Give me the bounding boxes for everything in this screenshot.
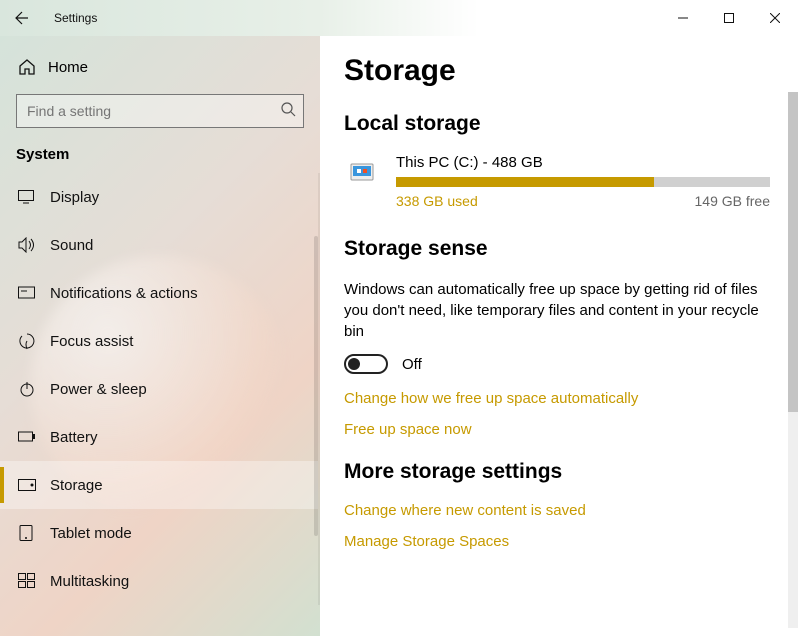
notifications-icon — [16, 285, 38, 301]
main-content: Storage Local storage This PC (C:) - 488… — [320, 36, 798, 636]
section-local-storage: Local storage — [344, 112, 770, 136]
sidebar-item-notifications[interactable]: Notifications & actions — [0, 269, 318, 317]
section-storage-sense: Storage sense — [344, 237, 770, 261]
home-icon — [16, 58, 38, 76]
home-button[interactable]: Home — [0, 48, 320, 86]
sidebar-item-label: Multitasking — [50, 573, 129, 590]
back-button[interactable] — [12, 10, 42, 26]
multitasking-icon — [16, 573, 38, 589]
battery-icon — [16, 430, 38, 444]
sidebar-scrollbar[interactable] — [314, 236, 318, 536]
sidebar-item-focus-assist[interactable]: Focus assist — [0, 317, 318, 365]
focus-assist-icon — [16, 332, 38, 350]
maximize-button[interactable] — [706, 0, 752, 36]
search-icon — [280, 101, 296, 117]
sidebar-item-label: Storage — [50, 477, 103, 494]
close-button[interactable] — [752, 0, 798, 36]
window-title: Settings — [54, 11, 97, 25]
sidebar-item-label: Display — [50, 189, 99, 206]
sidebar-item-label: Notifications & actions — [50, 285, 198, 302]
power-sleep-icon — [16, 380, 38, 398]
sidebar-item-multitasking[interactable]: Multitasking — [0, 557, 318, 605]
storage-used: 338 GB used — [396, 193, 478, 209]
sidebar-group-title: System — [0, 146, 320, 173]
page-title: Storage — [344, 54, 770, 88]
sidebar-item-label: Power & sleep — [50, 381, 147, 398]
close-icon — [770, 13, 780, 23]
storage-bar-fill — [396, 177, 654, 187]
maximize-icon — [724, 13, 734, 23]
sidebar-item-label: Sound — [50, 237, 93, 254]
sidebar-item-storage[interactable]: Storage — [0, 461, 318, 509]
titlebar: Settings — [0, 0, 798, 36]
toggle-knob — [348, 358, 360, 370]
sidebar-item-power-sleep[interactable]: Power & sleep — [0, 365, 318, 413]
sidebar-item-label: Focus assist — [50, 333, 133, 350]
sidebar-item-sound[interactable]: Sound — [0, 221, 318, 269]
drive-icon — [344, 154, 384, 190]
display-icon — [16, 190, 38, 204]
link-storage-spaces[interactable]: Manage Storage Spaces — [344, 533, 770, 550]
link-change-where[interactable]: Change where new content is saved — [344, 502, 770, 519]
sidebar: Home System Display Sound Notifications & … — [0, 36, 320, 636]
sound-icon — [16, 237, 38, 253]
sidebar-item-display[interactable]: Display — [0, 173, 318, 221]
search-box[interactable] — [16, 94, 304, 128]
storage-sense-description: Windows can automatically free up space … — [344, 279, 770, 342]
storage-free: 149 GB free — [695, 193, 771, 209]
tablet-mode-icon — [16, 525, 38, 541]
section-more-storage: More storage settings — [344, 460, 770, 484]
drive-row[interactable]: This PC (C:) - 488 GB 338 GB used 149 GB… — [344, 154, 770, 209]
link-free-now[interactable]: Free up space now — [344, 421, 770, 438]
storage-sense-toggle[interactable] — [344, 354, 388, 374]
minimize-button[interactable] — [660, 0, 706, 36]
sidebar-item-tablet-mode[interactable]: Tablet mode — [0, 509, 318, 557]
storage-bar — [396, 177, 770, 187]
storage-icon — [16, 479, 38, 491]
home-label: Home — [48, 59, 88, 76]
search-input[interactable] — [16, 94, 304, 128]
sidebar-item-battery[interactable]: Battery — [0, 413, 318, 461]
sidebar-item-label: Battery — [50, 429, 98, 446]
drive-name: This PC (C:) - 488 GB — [396, 154, 770, 171]
sidebar-item-label: Tablet mode — [50, 525, 132, 542]
link-change-auto[interactable]: Change how we free up space automaticall… — [344, 390, 770, 407]
main-scrollbar-thumb[interactable] — [788, 92, 798, 412]
minimize-icon — [678, 13, 688, 23]
storage-sense-state: Off — [402, 356, 422, 373]
